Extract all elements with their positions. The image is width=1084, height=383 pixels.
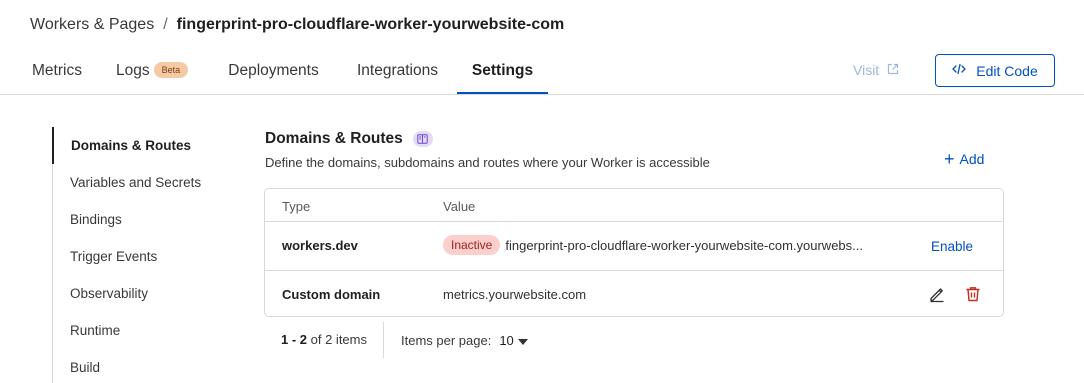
sidebar-item-observability[interactable]: Observability [53, 275, 232, 312]
plus-icon: + [944, 149, 955, 169]
tab-bar: Metrics Logs Beta Deployments Integration… [0, 48, 1084, 95]
sidebar-item-runtime[interactable]: Runtime [53, 312, 232, 349]
book-icon[interactable] [412, 131, 433, 147]
items-per-page: Items per page: 10 [384, 333, 528, 348]
table-header: Type Value [265, 189, 1003, 222]
table-row: Custom domain metrics.yourwebsite.com [265, 270, 1003, 316]
edit-code-button[interactable]: Edit Code [935, 54, 1055, 87]
tab-settings[interactable]: Settings [457, 48, 548, 94]
add-route-button[interactable]: + Add [944, 149, 985, 169]
section-description: Define the domains, subdomains and route… [265, 155, 710, 170]
per-page-select[interactable]: 10 [499, 332, 528, 348]
beta-badge: Beta [153, 61, 189, 78]
tab-deployments[interactable]: Deployments [227, 48, 320, 94]
breadcrumb: Workers & Pages / fingerprint-pro-cloudf… [30, 16, 564, 34]
tab-label: Settings [471, 62, 534, 79]
tab-label: Metrics [32, 62, 82, 79]
column-header-value: Value [443, 199, 476, 214]
column-header-type: Type [282, 199, 311, 214]
pagination-total: of 2 items [310, 332, 367, 347]
sidebar-item-build[interactable]: Build [53, 349, 232, 383]
trash-icon[interactable] [964, 285, 982, 303]
caret-down-icon [517, 333, 528, 348]
row-type: workers.dev [282, 238, 358, 253]
sidebar-item-trigger-events[interactable]: Trigger Events [53, 238, 232, 275]
tab-metrics[interactable]: Metrics [31, 48, 83, 94]
row-type: Custom domain [282, 287, 381, 302]
row-value-text: metrics.yourwebsite.com [443, 287, 587, 302]
breadcrumb-parent[interactable]: Workers & Pages [30, 16, 154, 34]
sidebar-item-variables-secrets[interactable]: Variables and Secrets [53, 164, 232, 201]
status-badge: Inactive [443, 235, 501, 255]
section-title-text: Domains & Routes [265, 130, 403, 147]
sidebar-item-domains-routes[interactable]: Domains & Routes [52, 127, 232, 164]
table-row: workers.dev Inactive fingerprint-pro-clo… [265, 222, 1003, 270]
edit-code-label: Edit Code [976, 62, 1038, 79]
breadcrumb-separator: / [163, 16, 168, 33]
enable-button[interactable]: Enable [931, 239, 973, 254]
tab-integrations[interactable]: Integrations [355, 48, 440, 94]
tab-logs[interactable]: Logs Beta [116, 48, 196, 94]
domains-routes-table: Type Value workers.dev Inactive fingerpr… [264, 188, 1004, 317]
per-page-value: 10 [499, 332, 514, 348]
pagination-range: 1 - 2 of 2 items [264, 322, 384, 358]
pencil-icon[interactable] [928, 285, 946, 303]
tab-label: Logs [116, 62, 150, 79]
row-value-text: fingerprint-pro-cloudflare-worker-yourwe… [505, 237, 863, 253]
visit-link[interactable]: Visit [853, 62, 899, 78]
external-link-icon [887, 62, 899, 78]
pagination: 1 - 2 of 2 items Items per page: 10 [264, 322, 528, 358]
per-page-label: Items per page: [401, 332, 492, 348]
tab-label: Deployments [228, 62, 319, 79]
add-label: Add [959, 151, 985, 167]
row-value: Inactive fingerprint-pro-cloudflare-work… [443, 235, 863, 255]
breadcrumb-current: fingerprint-pro-cloudflare-worker-yourwe… [176, 16, 565, 33]
pagination-range-value: 1 - 2 [281, 332, 308, 347]
sidebar-item-bindings[interactable]: Bindings [53, 201, 232, 238]
section-title: Domains & Routes [265, 130, 433, 148]
visit-label: Visit [853, 62, 880, 78]
code-icon [952, 62, 967, 79]
settings-sidebar: Domains & Routes Variables and Secrets B… [52, 127, 232, 383]
tab-label: Integrations [357, 62, 438, 79]
